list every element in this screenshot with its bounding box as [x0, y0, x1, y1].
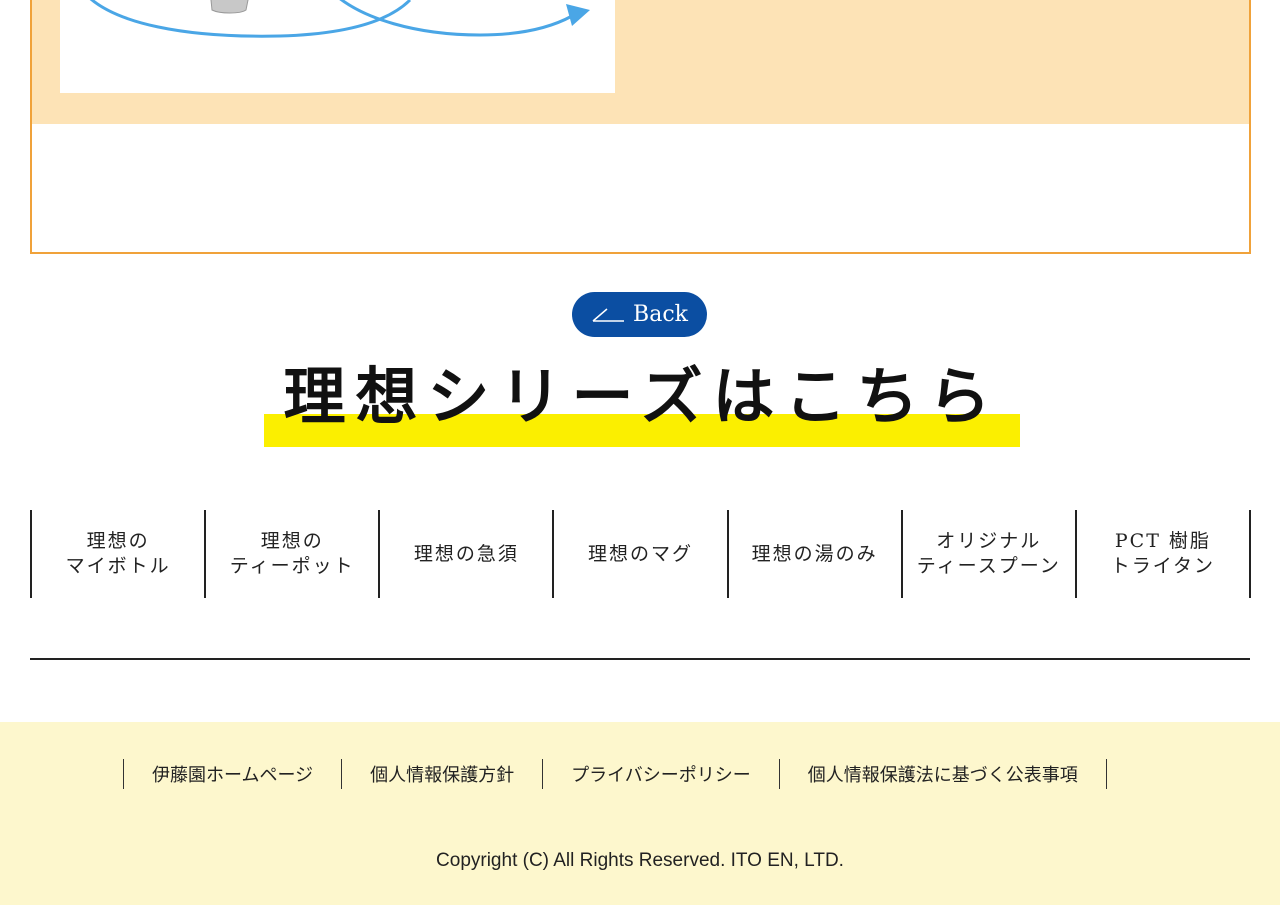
- peach-panel: [32, 0, 1249, 124]
- footer-link-privacy-policy-jp[interactable]: 個人情報保護方針: [342, 759, 544, 789]
- back-button[interactable]: Back: [572, 292, 707, 337]
- copyright: Copyright (C) All Rights Reserved. ITO E…: [436, 850, 844, 871]
- series-nav: 理想の マイボトル 理想の ティーポット 理想の急須 理想のマグ 理想の湯のみ …: [30, 510, 1251, 598]
- series-item-kyusu[interactable]: 理想の急須: [380, 510, 555, 598]
- series-item-yunomi[interactable]: 理想の湯のみ: [729, 510, 903, 598]
- back-button-label: Back: [633, 302, 688, 327]
- series-item-tea-spoon[interactable]: オリジナル ティースプーン: [903, 510, 1077, 598]
- footer-link-homepage[interactable]: 伊藤園ホームページ: [124, 759, 343, 789]
- product-illustration: [60, 0, 615, 93]
- section-divider: [30, 658, 1250, 660]
- footer-links: 伊藤園ホームページ 個人情報保護方針 プライバシーポリシー 個人情報保護法に基づ…: [123, 759, 1107, 789]
- footer: 伊藤園ホームページ 個人情報保護方針 プライバシーポリシー 個人情報保護法に基づ…: [0, 722, 1280, 905]
- series-heading-block: 理想シリーズはこちら: [264, 360, 1020, 450]
- series-heading: 理想シリーズはこちら: [283, 360, 1001, 433]
- series-item-my-bottle[interactable]: 理想の マイボトル: [32, 510, 207, 598]
- footer-link-privacy-policy[interactable]: プライバシーポリシー: [543, 759, 780, 789]
- rotation-arrows-icon: [89, 0, 590, 38]
- content-frame: [30, 0, 1251, 254]
- back-arrow-icon: [592, 307, 625, 322]
- series-item-mug[interactable]: 理想のマグ: [554, 510, 729, 598]
- series-item-tritan[interactable]: PCT 樹脂 トライタン: [1077, 510, 1251, 598]
- series-item-teapot[interactable]: 理想の ティーポット: [206, 510, 381, 598]
- footer-link-public-matters[interactable]: 個人情報保護法に基づく公表事項: [780, 759, 1107, 789]
